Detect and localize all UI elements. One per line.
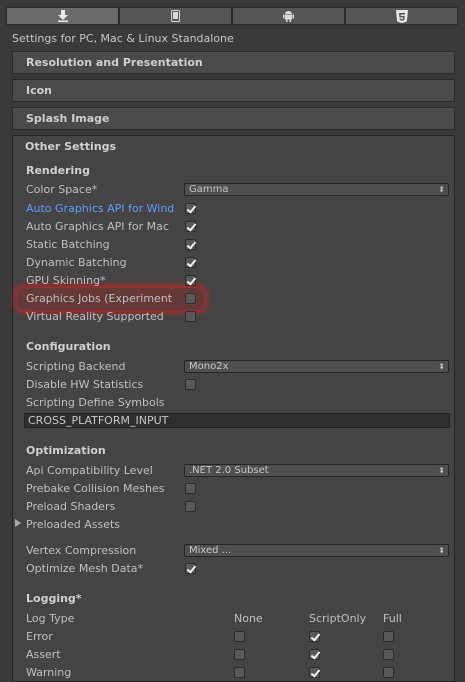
static-batching-label: Static Batching — [26, 238, 110, 251]
auto-graphics-mac-checkbox[interactable] — [185, 221, 196, 232]
vr-supported-label: Virtual Reality Supported — [26, 310, 164, 323]
optimize-mesh-checkbox[interactable] — [185, 563, 196, 574]
disable-hw-statistics-label: Disable HW Statistics — [26, 378, 144, 391]
define-symbols-label: Scripting Define Symbols — [26, 396, 165, 409]
log-row-label: Warning — [26, 666, 72, 679]
static-batching-checkbox[interactable] — [185, 239, 196, 250]
foldout-arrow-icon[interactable] — [15, 519, 21, 527]
header-resolution[interactable]: Resolution and Presentation — [12, 51, 455, 74]
log-assert-full-checkbox[interactable] — [383, 649, 394, 660]
log-warning-scriptonly-checkbox[interactable] — [309, 667, 320, 678]
scripting-backend-dropdown[interactable]: Mono2x ⬍ — [184, 360, 449, 373]
dropdown-arrow-icon: ⬍ — [438, 362, 445, 371]
log-row-label: Assert — [26, 648, 61, 661]
log-warning-full-checkbox[interactable] — [383, 667, 394, 678]
prebake-collision-checkbox[interactable] — [185, 483, 196, 494]
configuration-title: Configuration — [26, 340, 111, 353]
prebake-collision-label: Prebake Collision Meshes — [26, 482, 165, 495]
auto-graphics-mac-label: Auto Graphics API for Mac — [26, 220, 169, 233]
log-type-header: Log Type — [26, 612, 75, 625]
api-compatibility-label: Api Compatibility Level — [26, 464, 153, 477]
scripting-backend-label: Scripting Backend — [26, 360, 126, 373]
preload-shaders-checkbox[interactable] — [185, 501, 196, 512]
auto-graphics-windows-checkbox[interactable] — [185, 203, 196, 214]
scripting-backend-value: Mono2x — [189, 361, 229, 372]
header-splash-label: Splash Image — [26, 112, 110, 125]
header-icon-label: Icon — [26, 84, 53, 97]
vr-supported-checkbox[interactable] — [185, 311, 196, 322]
logging-title: Logging* — [26, 592, 82, 605]
log-warning-none-checkbox[interactable] — [234, 667, 245, 678]
header-resolution-label: Resolution and Presentation — [26, 56, 203, 69]
dropdown-arrow-icon: ⬍ — [438, 546, 445, 555]
api-compatibility-dropdown[interactable]: .NET 2.0 Subset ⬍ — [184, 464, 449, 477]
preload-shaders-label: Preload Shaders — [26, 500, 116, 513]
log-full-header: Full — [383, 612, 402, 625]
log-row-label: Error — [26, 630, 53, 643]
color-space-label: Color Space* — [26, 183, 98, 196]
log-assert-scriptonly-checkbox[interactable] — [309, 649, 320, 660]
color-space-dropdown[interactable]: Gamma ⬍ — [184, 183, 449, 196]
page-title: Settings for PC, Mac & Linux Standalone — [12, 32, 234, 45]
android-icon — [283, 11, 294, 22]
log-none-header: None — [234, 612, 263, 625]
auto-graphics-windows-label: Auto Graphics API for Wind — [26, 202, 175, 215]
vertex-compression-label: Vertex Compression — [26, 544, 137, 557]
optimization-title: Optimization — [26, 444, 106, 457]
dynamic-batching-label: Dynamic Batching — [26, 256, 127, 269]
preloaded-assets-label[interactable]: Preloaded Assets — [26, 518, 183, 531]
gpu-skinning-label: GPU Skinning* — [26, 274, 106, 287]
header-other[interactable]: Other Settings — [25, 140, 116, 153]
vertex-compression-dropdown[interactable]: Mixed ... ⬍ — [184, 544, 449, 557]
log-assert-none-checkbox[interactable] — [234, 649, 245, 660]
color-space-value: Gamma — [189, 184, 229, 195]
html5-icon — [395, 9, 408, 23]
dynamic-batching-checkbox[interactable] — [185, 257, 196, 268]
platform-tabs — [6, 7, 458, 25]
graphics-jobs-checkbox[interactable] — [185, 293, 196, 304]
define-symbols-field[interactable]: CROSS_PLATFORM_INPUT — [24, 413, 450, 428]
tab-android[interactable] — [232, 7, 345, 25]
dropdown-arrow-icon: ⬍ — [438, 185, 445, 194]
standalone-download-icon — [57, 10, 68, 22]
rendering-title: Rendering — [26, 164, 90, 177]
disable-hw-statistics-checkbox[interactable] — [185, 379, 196, 390]
log-error-none-checkbox[interactable] — [234, 631, 245, 642]
tab-phone[interactable] — [119, 7, 232, 25]
dropdown-arrow-icon: ⬍ — [438, 466, 445, 475]
api-compatibility-value: .NET 2.0 Subset — [189, 465, 269, 476]
vertex-compression-value: Mixed ... — [189, 545, 232, 556]
header-splash[interactable]: Splash Image — [12, 107, 455, 130]
graphics-jobs-label: Graphics Jobs (Experiment — [26, 292, 173, 305]
gpu-skinning-checkbox[interactable] — [185, 275, 196, 286]
tab-standalone[interactable] — [6, 7, 119, 25]
phone-icon — [171, 10, 180, 22]
log-error-scriptonly-checkbox[interactable] — [309, 631, 320, 642]
optimize-mesh-label: Optimize Mesh Data* — [26, 562, 144, 575]
log-scriptonly-header: ScriptOnly — [309, 612, 367, 625]
log-error-full-checkbox[interactable] — [383, 631, 394, 642]
header-icon[interactable]: Icon — [12, 79, 455, 102]
tab-html5[interactable] — [345, 7, 458, 25]
